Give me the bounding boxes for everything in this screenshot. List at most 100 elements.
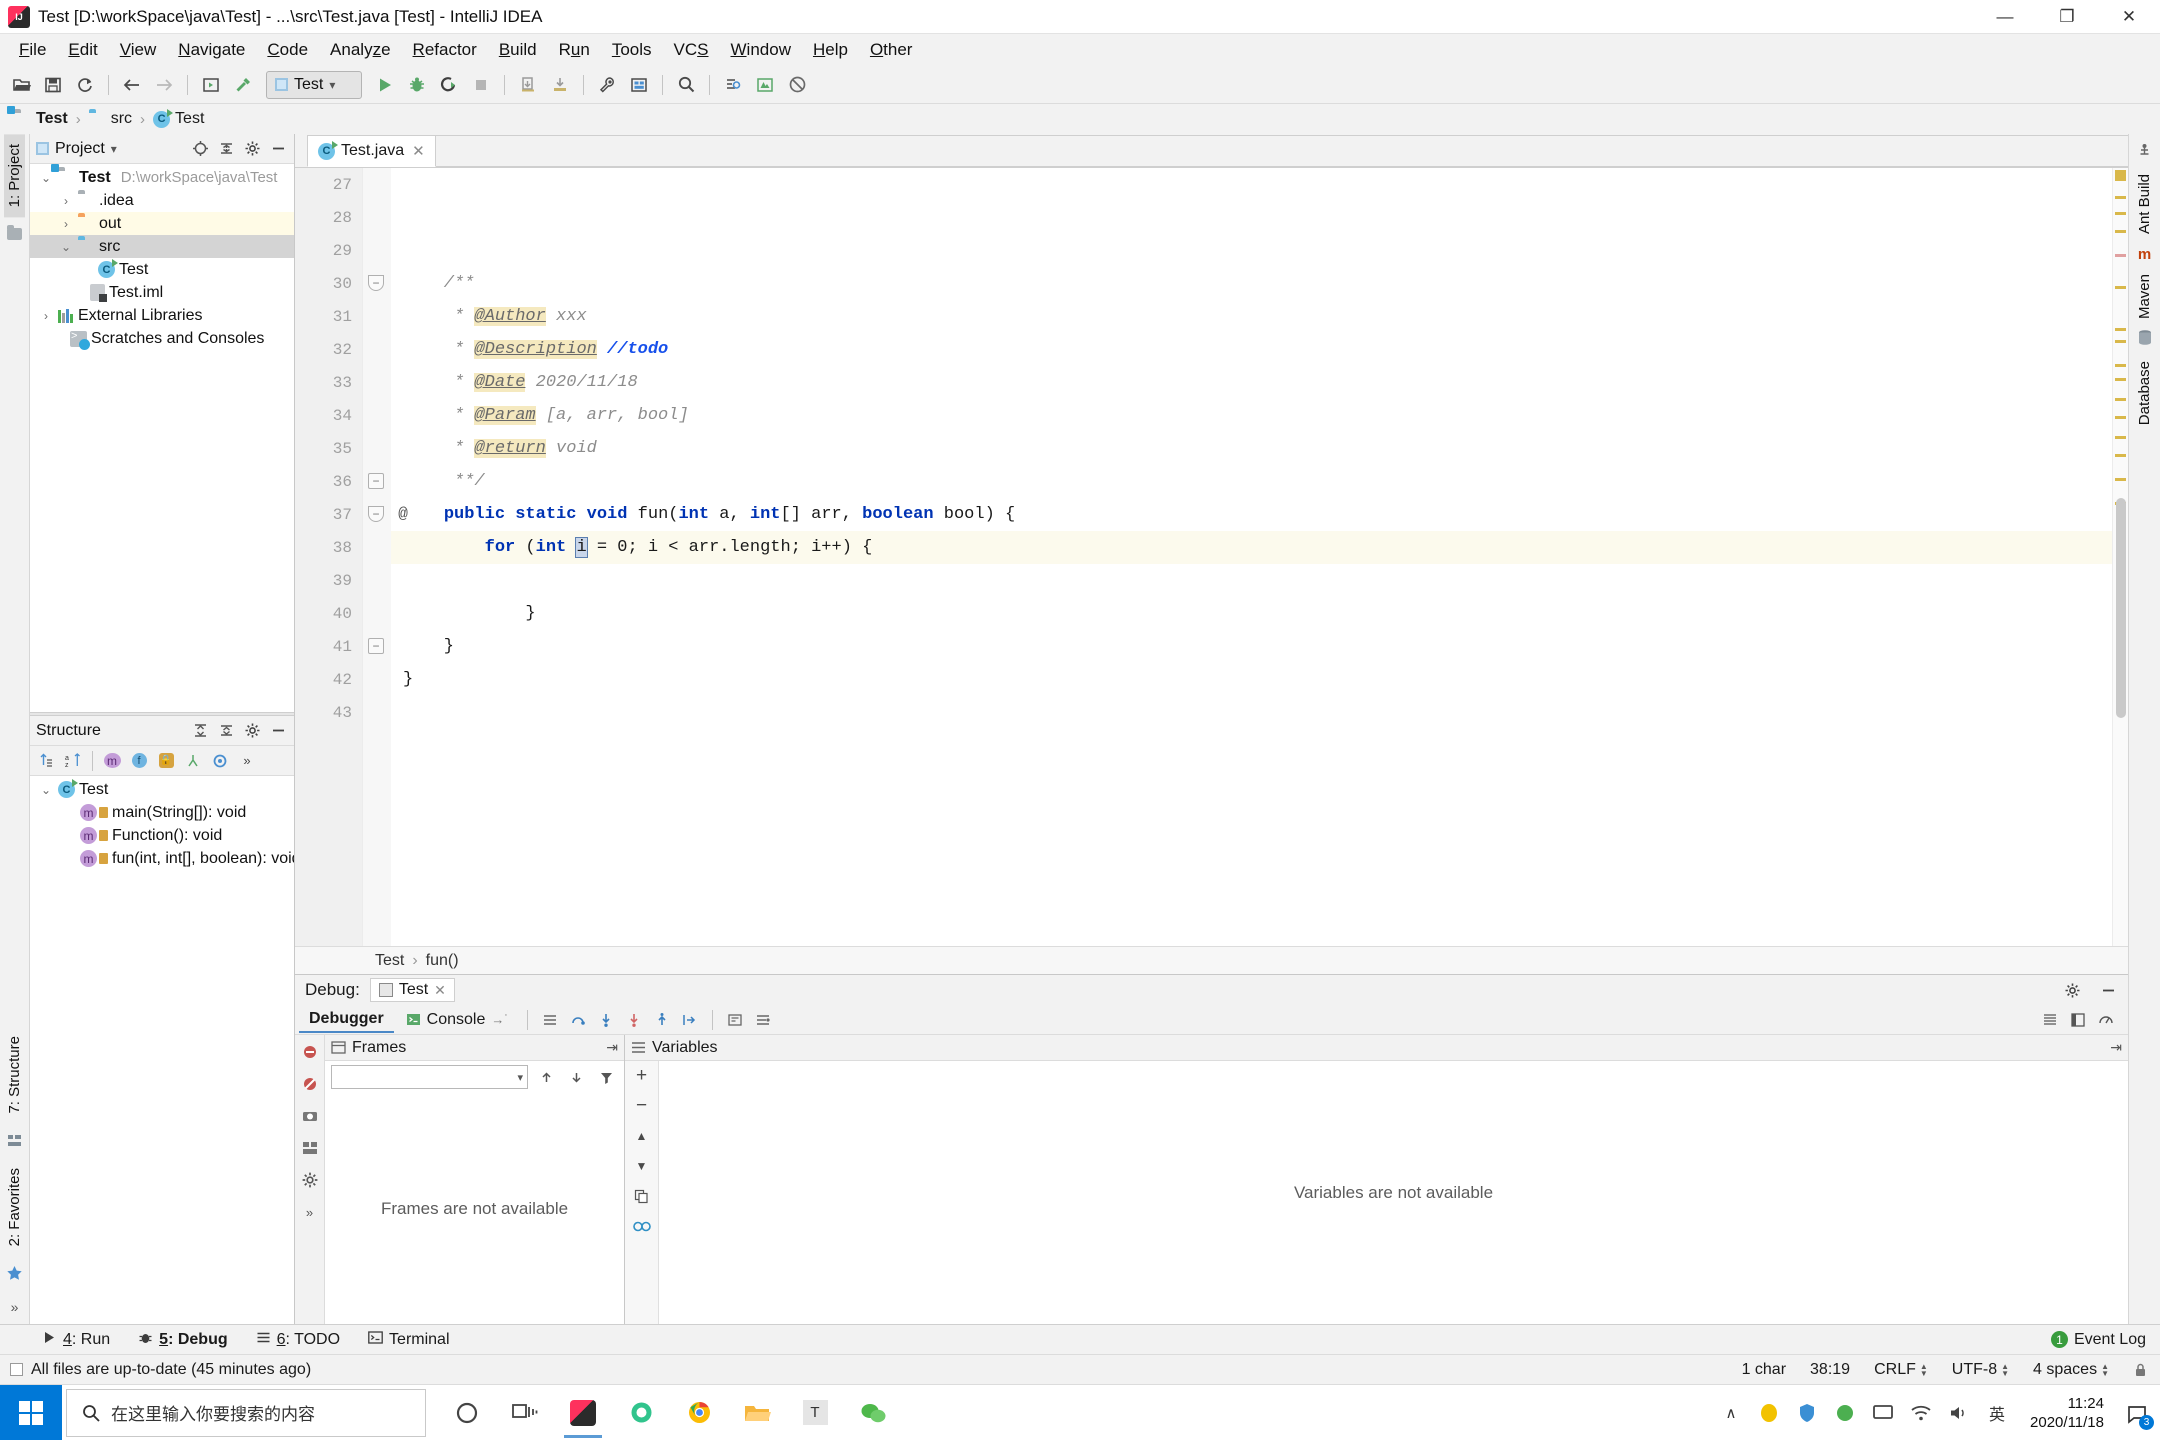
structure-tree-item[interactable]: main(String[]): void	[30, 801, 294, 824]
bottom-tab-6--todo[interactable]: 6: TODO	[250, 1328, 346, 1352]
error-stripe-mark[interactable]	[2115, 378, 2126, 381]
project-tree-item[interactable]: Test.iml	[30, 281, 294, 304]
project-tree-item[interactable]: › .idea	[30, 189, 294, 212]
code-line[interactable]: /**	[391, 267, 2112, 300]
settings-icon[interactable]	[751, 1008, 775, 1032]
bottom-tab-5--debug[interactable]: 5: Debug	[132, 1328, 233, 1352]
close-icon[interactable]: ✕	[412, 142, 425, 160]
code-fold-marker[interactable]: −	[368, 638, 384, 654]
breadcrumb-item-class[interactable]: Test	[149, 108, 208, 130]
error-stripe-mark[interactable]	[2115, 196, 2126, 199]
inspection-status-icon[interactable]	[2115, 170, 2126, 181]
show-inherited-icon[interactable]	[181, 749, 205, 773]
line-number[interactable]: 41	[295, 630, 362, 663]
ant-build-icon[interactable]	[750, 70, 780, 100]
chevron-down-icon[interactable]: ⌄	[58, 240, 74, 254]
maven-icon[interactable]: m	[2138, 244, 2151, 264]
hide-icon[interactable]	[2098, 980, 2118, 1000]
pin-icon[interactable]: →˙	[491, 1012, 508, 1027]
code-line[interactable]	[391, 168, 2112, 201]
error-stripe-mark[interactable]	[2115, 454, 2126, 457]
status-encoding[interactable]: UTF-8 ▲ ▼	[1940, 1361, 2021, 1379]
task-view-icon[interactable]	[498, 1387, 552, 1439]
code-line[interactable]: * @Author xxx	[391, 300, 2112, 333]
project-tree-item[interactable]: ⌄ Test D:\workSpace\java\Test	[30, 166, 294, 189]
breadcrumb-item-src[interactable]: src	[85, 108, 136, 130]
menu-item-file[interactable]: File	[8, 36, 57, 64]
chevron-down-icon[interactable]: ⌄	[38, 171, 54, 185]
code-fold-marker[interactable]: −	[368, 275, 384, 291]
restore-layout-icon[interactable]	[2066, 1008, 2090, 1032]
step-over-icon[interactable]	[566, 1008, 590, 1032]
code-line[interactable]: **/	[391, 465, 2112, 498]
line-number[interactable]: 31	[295, 300, 362, 333]
error-stripe-mark[interactable]	[2115, 340, 2126, 343]
taskbar-clock[interactable]: 11:24 2020/11/18	[2022, 1394, 2112, 1432]
project-tree-item[interactable]: Test	[30, 258, 294, 281]
structure-tree-item[interactable]: fun(int, int[], boolean): void	[30, 847, 294, 870]
pin-icon[interactable]: ⇥	[606, 1039, 618, 1056]
up-arrow-icon[interactable]	[534, 1065, 558, 1089]
menu-item-refactor[interactable]: Refactor	[402, 36, 488, 64]
sidebar-item-project[interactable]: 1: Project	[4, 134, 25, 218]
line-number[interactable]: 33	[295, 366, 362, 399]
show-non-public-icon[interactable]: 🔒	[154, 749, 178, 773]
error-stripe-mark[interactable]	[2115, 398, 2126, 401]
bottom-tab-4--run[interactable]: 4: Run	[36, 1328, 116, 1352]
project-folder-icon[interactable]	[4, 223, 26, 245]
evaluate-expression-icon[interactable]	[723, 1008, 747, 1032]
chevron-up-icon[interactable]: ∧	[1718, 1400, 1744, 1426]
bottom-tab-terminal[interactable]: Terminal	[362, 1328, 455, 1352]
settings-wrench-icon[interactable]	[592, 70, 622, 100]
volume-icon[interactable]	[1946, 1400, 1972, 1426]
settings-gear-icon[interactable]	[242, 721, 262, 741]
expand-all-icon[interactable]	[190, 721, 210, 741]
chevron-down-icon[interactable]: ⌄	[38, 783, 54, 797]
line-number[interactable]: 37	[295, 498, 362, 531]
run-configurations-icon[interactable]	[196, 70, 226, 100]
step-into-icon[interactable]	[594, 1008, 618, 1032]
down-arrow-icon[interactable]	[564, 1065, 588, 1089]
error-stripe-mark[interactable]	[2115, 364, 2126, 367]
menu-item-navigate[interactable]: Navigate	[167, 36, 256, 64]
back-icon[interactable]	[117, 70, 147, 100]
move-up-icon[interactable]: ▲	[631, 1125, 653, 1147]
show-properties-icon[interactable]	[100, 749, 124, 773]
status-line-separator[interactable]: CRLF ▲ ▼	[1862, 1361, 1940, 1379]
file-explorer-icon[interactable]	[730, 1387, 784, 1439]
pin-icon[interactable]: ⇥	[2110, 1039, 2122, 1056]
code-folding-gutter[interactable]: − − − −	[363, 168, 391, 946]
view-breakpoints-icon[interactable]	[299, 1073, 321, 1095]
editor-tab-test-java[interactable]: Test.java ✕	[307, 135, 436, 167]
code-fold-marker[interactable]: −	[368, 506, 384, 522]
performance-icon[interactable]	[2094, 1008, 2118, 1032]
layout-icon[interactable]	[299, 1137, 321, 1159]
close-button[interactable]: ✕	[2098, 0, 2160, 34]
sidebar-item-structure[interactable]: 7: Structure	[4, 1026, 25, 1124]
line-number[interactable]: 27	[295, 168, 362, 201]
menu-item-view[interactable]: View	[109, 36, 168, 64]
project-tree-item[interactable]: ⌄ src	[30, 235, 294, 258]
tab-debugger[interactable]: Debugger	[299, 1007, 394, 1033]
project-tree-item[interactable]: › out	[30, 212, 294, 235]
status-checkbox-icon[interactable]	[10, 1363, 23, 1376]
error-stripe-mark[interactable]	[2115, 230, 2126, 233]
close-icon[interactable]: ✕	[434, 982, 446, 999]
structure-icon[interactable]	[4, 1130, 26, 1152]
menu-item-vcs[interactable]: VCS	[663, 36, 720, 64]
line-number[interactable]: 32	[295, 333, 362, 366]
favorites-star-icon[interactable]	[4, 1262, 26, 1284]
shield-icon[interactable]	[1794, 1400, 1820, 1426]
sidebar-item-favorites[interactable]: 2: Favorites	[4, 1158, 25, 1256]
find-in-path-icon[interactable]	[718, 70, 748, 100]
filter-icon[interactable]	[594, 1065, 618, 1089]
line-number[interactable]: 39	[295, 564, 362, 597]
project-structure-icon[interactable]	[624, 70, 654, 100]
remove-watch-icon[interactable]: −	[631, 1095, 653, 1117]
code-line[interactable]	[391, 234, 2112, 267]
error-stripe-mark[interactable]	[2115, 254, 2126, 257]
settings-gear-icon[interactable]	[2062, 980, 2082, 1000]
line-number[interactable]: 43	[295, 696, 362, 729]
menu-item-run[interactable]: Run	[548, 36, 601, 64]
typora-icon[interactable]: T	[788, 1387, 842, 1439]
